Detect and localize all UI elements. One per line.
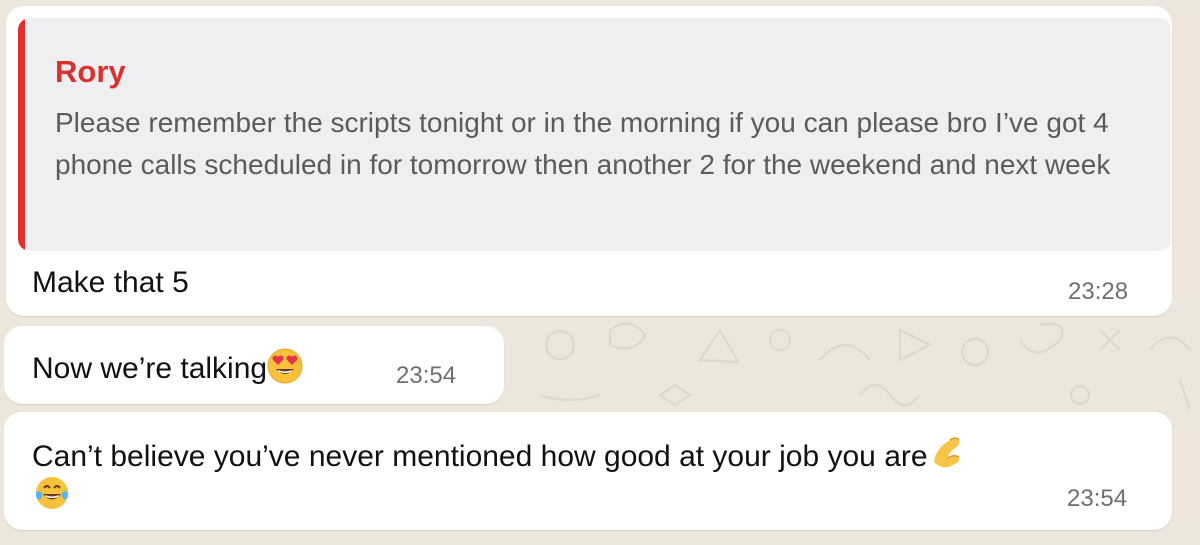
tears-of-joy-emoji — [34, 475, 70, 516]
quoted-message[interactable]: Rory Please remember the scripts tonight… — [18, 18, 1171, 251]
chat-area: Rory Please remember the scripts tonight… — [0, 0, 1200, 545]
message-time: 23:28 — [1068, 278, 1129, 305]
message-bubble[interactable]: Can’t believe you’ve never mentioned how… — [4, 412, 1172, 530]
message-time: 23:54 — [396, 362, 457, 389]
message-text: Now we’re talking — [32, 352, 268, 385]
pinching-hand-emoji — [928, 432, 964, 480]
message-text-line: Can’t believe you’ve never mentioned how… — [32, 432, 964, 480]
quote-bar — [18, 18, 25, 251]
message-text: Make that 5 — [32, 266, 189, 299]
message-bubble-reply[interactable]: Rory Please remember the scripts tonight… — [6, 6, 1172, 316]
message-time: 23:54 — [1067, 485, 1128, 512]
quoted-author: Rory — [55, 54, 126, 89]
message-text-line: Now we’re talking — [32, 348, 303, 392]
message-text: Can’t believe you’ve never mentioned how… — [32, 440, 928, 473]
message-bubble[interactable]: Now we’re talking 23:54 — [4, 326, 504, 404]
heart-eyes-emoji — [267, 348, 303, 392]
quoted-text: Please remember the scripts tonight or i… — [55, 107, 1111, 180]
